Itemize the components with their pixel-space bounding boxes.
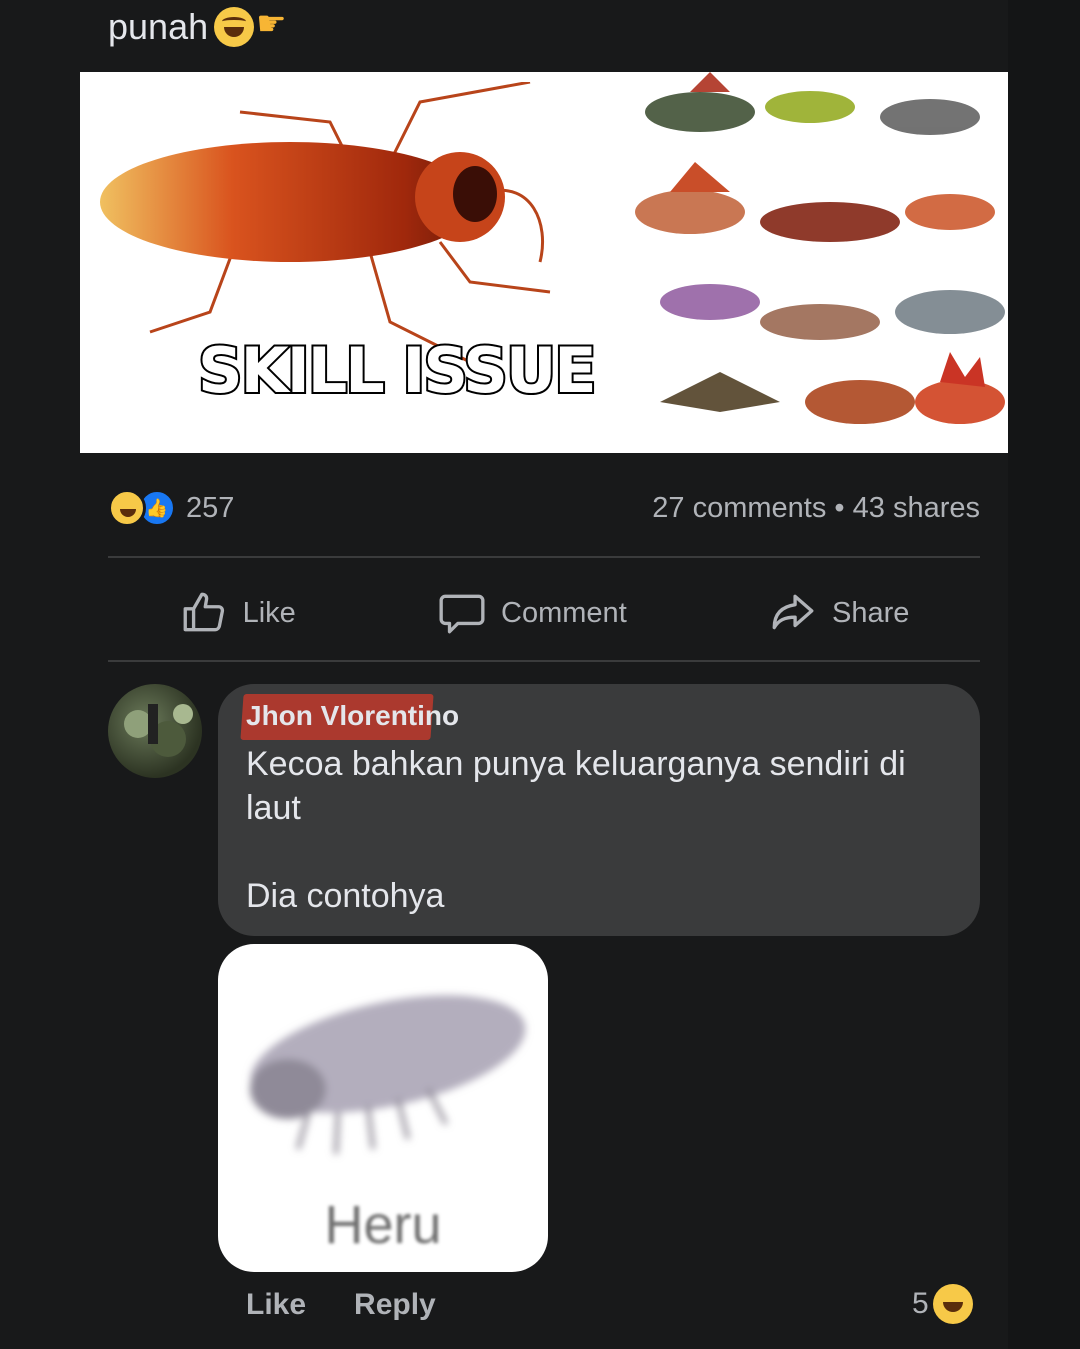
comment-actions: Like Reply (246, 1288, 436, 1322)
comment-reaction-count: 5 (912, 1287, 929, 1320)
meme-caption: SKILL ISSUE (196, 332, 599, 409)
comment-like-button[interactable]: Like (246, 1288, 306, 1322)
rolling-laughing-icon (214, 7, 255, 47)
comment-reactions[interactable]: 5 (912, 1284, 973, 1324)
reaction-count: 257 (186, 491, 235, 524)
post-actions: Like Comment Share (108, 580, 980, 646)
isopod-image (250, 995, 526, 1155)
comment-share-counts: 27 comments • 43 shares (652, 492, 980, 525)
comment-attachment-image[interactable]: Heru (218, 944, 548, 1272)
screen-edge (1008, 0, 1080, 1349)
reaction-summary[interactable]: 👍 257 (108, 489, 234, 527)
comment-line: Kecoa bahkan punya keluarganya sendiri d… (246, 745, 906, 827)
shares-count[interactable]: 43 shares (853, 492, 980, 524)
comment-reply-button[interactable]: Reply (354, 1288, 436, 1322)
comments-count[interactable]: 27 comments (652, 492, 826, 524)
post-emojis: ☛ (214, 5, 287, 47)
separator: • (834, 491, 845, 524)
post-stats: 👍 257 27 comments • 43 shares (108, 484, 980, 532)
post-image[interactable]: SKILL ISSUE (80, 72, 1008, 453)
avatar-photo (124, 704, 193, 757)
comment-icon (439, 594, 485, 634)
haha-icon (108, 489, 146, 527)
haha-icon (932, 1284, 973, 1324)
author-wrap: Jhon Vlorentino (240, 694, 459, 740)
dinosaurs-image (635, 72, 1005, 424)
comment-line: Dia contohya (246, 877, 445, 915)
share-label: Share (831, 596, 910, 629)
share-arrow-icon (772, 594, 814, 630)
divider (108, 556, 980, 558)
post-text-content: punah (108, 6, 209, 47)
post-text: punah ☛ (108, 6, 287, 48)
comment-author[interactable]: Jhon Vlorentino (246, 700, 459, 731)
attachment-label: Heru (324, 1195, 442, 1255)
comment-button[interactable]: Comment (437, 588, 627, 638)
thumbs-up-icon (183, 592, 224, 632)
like-label: Like (242, 596, 296, 629)
comment-text: Kecoa bahkan punya keluarganya sendiri d… (246, 742, 952, 918)
share-button[interactable]: Share (768, 588, 909, 638)
divider (108, 660, 980, 662)
comment-bubble: Jhon Vlorentino Kecoa bahkan punya kelua… (218, 684, 980, 936)
avatar[interactable] (108, 684, 202, 778)
like-button[interactable]: Like (179, 588, 296, 638)
comment-label: Comment (501, 596, 627, 629)
pointing-right-icon: ☛ (256, 5, 287, 43)
